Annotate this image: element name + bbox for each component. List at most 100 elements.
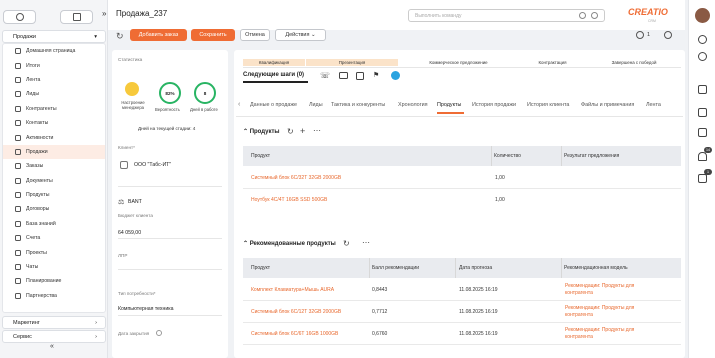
lpr-underline[interactable]	[118, 269, 222, 270]
telegram-icon[interactable]	[391, 71, 400, 80]
phone-icon[interactable]	[698, 128, 707, 137]
new-button[interactable]	[3, 10, 36, 24]
avatar[interactable]	[695, 8, 710, 23]
tab-client-history[interactable]: История клиента	[527, 102, 569, 108]
search-icon[interactable]	[591, 12, 598, 19]
tab-products[interactable]: Продукты	[437, 102, 461, 108]
clear-icon[interactable]	[579, 12, 586, 19]
sidebar-item-contacts[interactable]: Контакты	[3, 116, 105, 130]
recommended-section-header[interactable]: ⌃ Рекомендованные продукты	[243, 240, 336, 247]
model-link[interactable]: Рекомендации: Продукты для контрагента	[565, 283, 650, 297]
flag-icon[interactable]: ⚑	[373, 71, 379, 79]
expand-sidebar-icon[interactable]: »	[102, 9, 106, 18]
sidebar-item-activities[interactable]: Активности	[3, 130, 105, 144]
sidebar-item-accounts[interactable]: Контрагенты	[3, 102, 105, 116]
add-order-button[interactable]: Добавить заказ	[130, 29, 187, 41]
notification-badge: 14	[704, 147, 712, 153]
sidebar-item-feed[interactable]: Лента	[3, 73, 105, 87]
tab-leads[interactable]: Лиды	[309, 102, 323, 108]
products-section-header[interactable]: ⌃ Продукты	[243, 128, 280, 135]
help-icon[interactable]	[664, 31, 672, 39]
product-link[interactable]: Комплект Клавиатура+Мышь AURA	[251, 287, 334, 293]
more-icon[interactable]: ⋯	[362, 238, 370, 247]
sidebar-item-partnerships[interactable]: Партнерства	[3, 289, 105, 303]
sidebar-item-opportunities[interactable]: Продажи	[3, 144, 105, 160]
need-type-select[interactable]: Компьютерная техника	[118, 306, 174, 312]
column-offer-result[interactable]: Результат предложения	[564, 153, 619, 159]
video-button[interactable]	[60, 10, 93, 24]
calendar-icon[interactable]	[356, 72, 364, 80]
section-selector-marketing[interactable]: Маркетинг ›	[2, 316, 106, 329]
stage-closed-won[interactable]: Завершена с победой	[587, 59, 681, 66]
table-row[interactable]: Системный блок 6С/6Т 16GB 1000GB 0,6760 …	[243, 323, 681, 345]
table-row[interactable]: Системный блок 6С/32Т 32GB 2000GB 1,00	[243, 167, 681, 189]
feedback-count: 1	[647, 32, 651, 38]
phone-icon[interactable]: ☏	[320, 71, 330, 80]
chat-icon[interactable]	[698, 85, 707, 94]
tabs-scroll-left-icon[interactable]: ‹	[238, 101, 240, 108]
info-icon[interactable]	[156, 330, 162, 336]
tab-files-notes[interactable]: Файлы и примечания	[581, 102, 634, 108]
command-input[interactable]: Выполнить команду	[408, 9, 605, 22]
table-row[interactable]: Ноутбук 4С/4Т 16GB SSD 500GB 1,00	[243, 189, 681, 211]
refresh-icon[interactable]: ↻	[287, 127, 294, 136]
sidebar-item-home[interactable]: Домашняя страница	[3, 44, 105, 58]
column-product[interactable]: Продукт	[251, 153, 270, 159]
tab-opportunity-history[interactable]: История продажи	[472, 102, 516, 108]
collapse-sidebar-icon[interactable]: «	[50, 343, 54, 350]
tab-opportunity-data[interactable]: Данные о продаже	[250, 102, 297, 108]
column-score[interactable]: Балл рекомендации	[372, 265, 419, 271]
sidebar-item-products[interactable]: Продукты	[3, 188, 105, 202]
next-steps-underline	[243, 81, 308, 83]
settings-icon[interactable]	[698, 35, 707, 44]
stage-presentation[interactable]: Презентация	[306, 59, 398, 66]
feedback-icon[interactable]	[636, 31, 644, 39]
company-icon	[120, 161, 128, 169]
model-link[interactable]: Рекомендации: Продукты для контрагента	[565, 305, 650, 319]
product-link[interactable]: Системный блок 6С/32Т 32GB 2000GB	[251, 175, 341, 181]
table-row[interactable]: Системный блок 6С/12Т 32GB 2000GB 0,7712…	[243, 301, 681, 323]
section-selector-sales[interactable]: Продажи ▾	[2, 30, 106, 43]
sidebar-item-chats[interactable]: Чаты	[3, 260, 105, 274]
sidebar-item-leads[interactable]: Лиды	[3, 87, 105, 101]
column-quantity[interactable]: Количество	[494, 153, 521, 159]
tab-tactics[interactable]: Тактика и конкуренты	[331, 102, 385, 108]
sidebar-item-planning[interactable]: Планирование	[3, 274, 105, 288]
sidebar-item-dashboards[interactable]: Итоги	[3, 58, 105, 72]
sidebar-item-documents[interactable]: Документы	[3, 174, 105, 188]
column-forecast-date[interactable]: Дата прогноза	[459, 265, 492, 271]
tab-timeline[interactable]: Хронология	[398, 102, 428, 108]
stage-contracting[interactable]: Контрактация	[519, 59, 586, 66]
section-selector-service[interactable]: Сервис ›	[2, 330, 106, 343]
sidebar-item-invoices[interactable]: Счета	[3, 231, 105, 245]
column-product[interactable]: Продукт	[251, 265, 270, 271]
actions-button[interactable]: Действия ⌄	[275, 29, 326, 41]
stage-qualification[interactable]: Квалификация	[243, 59, 305, 66]
cart-icon	[15, 163, 21, 170]
cancel-button[interactable]: Отмена	[240, 29, 270, 41]
save-button[interactable]: Сохранить	[191, 29, 235, 41]
add-icon[interactable]: +	[300, 126, 305, 136]
sidebar-item-orders[interactable]: Заказы	[3, 159, 105, 173]
product-link[interactable]: Ноутбук 4С/4Т 16GB SSD 500GB	[251, 197, 327, 203]
sidebar-item-contracts[interactable]: Договоры	[3, 202, 105, 216]
table-row[interactable]: Комплект Клавиатура+Мышь AURA 0,8443 11.…	[243, 279, 681, 301]
help-icon[interactable]	[698, 52, 707, 61]
email-icon[interactable]	[339, 72, 348, 79]
budget-input[interactable]: 64 059,00	[118, 230, 141, 236]
tab-feed[interactable]: Лента	[646, 102, 661, 108]
tasks-icon[interactable]	[698, 174, 707, 183]
stage-proposal[interactable]: Коммерческое предложение	[399, 59, 518, 66]
bell-icon[interactable]	[698, 152, 707, 161]
sidebar-item-knowledge-base[interactable]: База знаний	[3, 217, 105, 231]
model-link[interactable]: Рекомендации: Продукты для контрагента	[565, 327, 650, 341]
product-link[interactable]: Системный блок 6С/12Т 32GB 2000GB	[251, 309, 341, 315]
client-value[interactable]: ООО "Табс-ИТ"	[134, 162, 171, 168]
more-icon[interactable]: ⋯	[313, 126, 321, 135]
column-model[interactable]: Рекомендационная модель	[564, 265, 628, 271]
sidebar-item-projects[interactable]: Проекты	[3, 245, 105, 259]
refresh-icon[interactable]: ↻	[116, 31, 124, 42]
refresh-icon[interactable]: ↻	[343, 239, 350, 248]
communication-icon[interactable]	[698, 108, 707, 117]
product-link[interactable]: Системный блок 6С/6Т 16GB 1000GB	[251, 331, 338, 337]
